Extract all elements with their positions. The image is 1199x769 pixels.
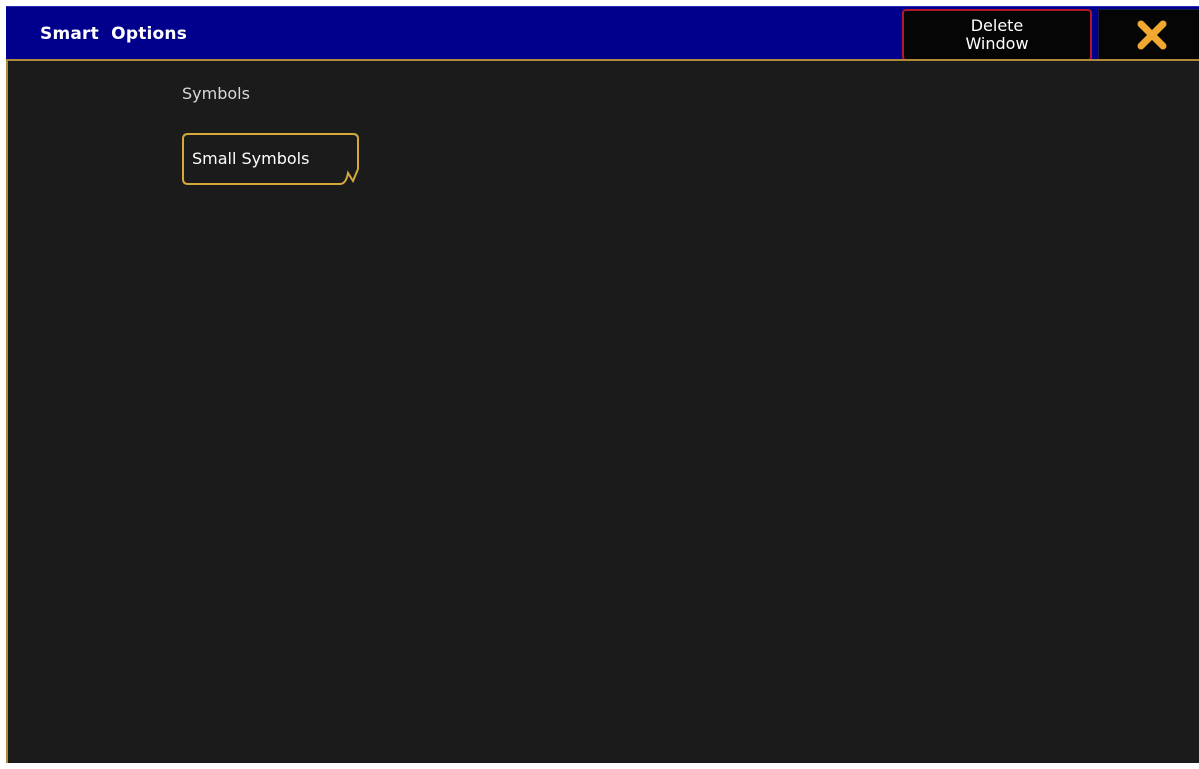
- close-button[interactable]: [1098, 9, 1199, 61]
- small-symbols-label: Small Symbols: [192, 149, 310, 168]
- window-title: Smart Options: [40, 24, 188, 44]
- small-symbols-button[interactable]: Small Symbols: [182, 133, 359, 185]
- delete-window-button[interactable]: Delete Window: [902, 9, 1092, 61]
- symbols-section-label: Symbols: [182, 84, 250, 103]
- close-x-icon: [1137, 20, 1166, 50]
- title-bar[interactable]: Smart Options Delete Window: [6, 6, 1199, 65]
- delete-window-label: Delete Window: [965, 16, 1029, 53]
